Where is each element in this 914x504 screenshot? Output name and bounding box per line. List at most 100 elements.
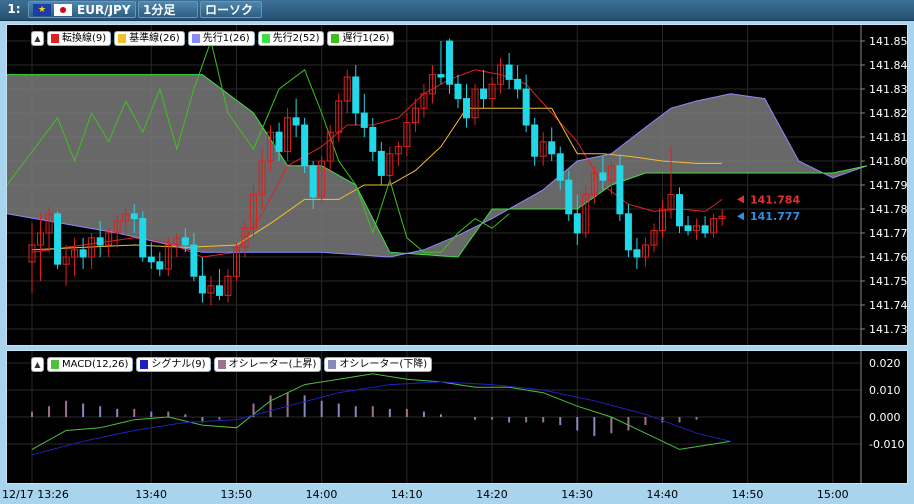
price-tick-label: 141.78: [869, 203, 907, 216]
time-tick-label: 14:30: [561, 488, 593, 501]
macd-legend-item[interactable]: オシレーター(上昇): [213, 357, 322, 372]
price-tick-label: 141.75: [869, 275, 907, 288]
price-tag-label: 141.784: [750, 193, 800, 206]
candle-body: [54, 213, 62, 265]
ichimoku-legend-item[interactable]: 遅行1(26): [327, 31, 395, 46]
candle: [147, 242, 155, 269]
time-tick-label: 14:40: [646, 488, 679, 501]
collapse-legend-button[interactable]: ▲: [31, 31, 44, 46]
candle-body: [454, 83, 462, 100]
price-tick-label: 141.84: [869, 59, 907, 72]
candle-body: [96, 237, 104, 246]
candle: [37, 213, 45, 281]
price-tick-label: 141.82: [869, 107, 907, 120]
macd-legend-item[interactable]: シグナル(9): [136, 357, 211, 372]
candle: [360, 93, 368, 137]
candle-body: [573, 213, 581, 234]
macd-legend: ▲ MACD(12,26) シグナル(9) オシレーター(上昇) オシレーター(下降): [31, 357, 433, 373]
candle: [693, 218, 701, 241]
legend-label: 基準線(26): [129, 33, 180, 44]
candle-body: [190, 244, 198, 277]
legend-swatch: [140, 360, 149, 369]
ichimoku-legend-item[interactable]: 先行2(52): [257, 31, 325, 46]
candle-body: [309, 165, 317, 198]
candle: [624, 204, 632, 257]
candle-body: [79, 249, 87, 258]
time-tick-label: 13:50: [220, 488, 253, 501]
candle: [650, 223, 658, 253]
candle-body: [198, 275, 206, 294]
candle-body: [548, 141, 556, 155]
legend-swatch: [331, 34, 340, 43]
price-tick-label: 141.85: [869, 35, 907, 48]
chart-type-label: ローソク: [205, 3, 254, 17]
candle-body: [480, 88, 488, 100]
price-tick-label: 141.76: [869, 251, 907, 264]
price-tag-arrow: [737, 212, 744, 221]
candle-body: [624, 213, 632, 251]
jp-flag-icon: [54, 4, 72, 16]
macd-legend-item[interactable]: MACD(12,26): [47, 357, 134, 372]
price-tick-label: 141.81: [869, 131, 907, 144]
ichimoku-cloud: [7, 74, 867, 257]
legend-swatch: [51, 360, 59, 369]
candle: [54, 211, 62, 269]
ichimoku-legend-item[interactable]: 転換線(9): [47, 31, 112, 46]
candle-body: [556, 153, 564, 181]
price-chart-panel[interactable]: 141.85 141.84 141.83 141.82 141.81 141.80 141.…: [6, 24, 908, 346]
candle: [71, 237, 79, 277]
price-tick-label: 141.73: [869, 323, 907, 336]
candle: [394, 141, 402, 166]
macd-tick-label: 0.020: [869, 357, 901, 370]
eu-flag-icon: ★: [33, 4, 51, 16]
candle: [641, 237, 649, 267]
price-tick-label: 141.74: [869, 299, 907, 312]
candle-body: [616, 165, 624, 215]
candle: [616, 156, 624, 221]
chart-type-selector[interactable]: ローソク: [200, 1, 262, 18]
candle: [224, 269, 232, 303]
candle: [428, 65, 436, 104]
ichimoku-legend-item[interactable]: 基準線(26): [114, 31, 185, 46]
candle: [710, 213, 718, 238]
collapse-macd-legend-button[interactable]: ▲: [31, 357, 44, 372]
candle-body: [505, 64, 513, 80]
candle: [505, 53, 513, 89]
timeframe-selector[interactable]: 1分足: [138, 1, 198, 18]
time-tick-label: 13:40: [135, 488, 167, 501]
legend-swatch: [261, 34, 270, 43]
candle: [454, 74, 462, 109]
candle: [215, 269, 223, 301]
candle-body: [147, 256, 155, 263]
candle: [139, 211, 147, 262]
price-tick-label: 141.79: [869, 179, 907, 192]
candle: [718, 209, 726, 226]
candle: [488, 77, 496, 109]
candle: [292, 98, 300, 137]
candle: [352, 65, 360, 125]
ichimoku-legend-item[interactable]: 先行1(26): [187, 31, 255, 46]
candle-body: [522, 88, 530, 126]
candle: [343, 69, 351, 113]
macd-legend-item[interactable]: オシレーター(下降): [324, 357, 433, 372]
legend-label: 遅行1(26): [342, 33, 390, 44]
candle: [463, 84, 471, 128]
legend-label: 転換線(9): [62, 33, 107, 44]
symbol-selector[interactable]: ★ EUR/JPY: [28, 1, 136, 18]
chart-toolbar: 1: ★ EUR/JPY 1分足 ローソク: [0, 0, 914, 21]
candle-body: [156, 261, 164, 270]
candle: [45, 206, 53, 253]
candle: [445, 38, 453, 94]
macd-line: [31, 373, 731, 450]
candle: [437, 41, 445, 85]
candle: [480, 69, 488, 109]
candle-body: [139, 218, 147, 258]
price-tag-arrow: [737, 195, 744, 204]
candle-body: [292, 117, 300, 126]
macd-panel[interactable]: 0.020 0.010 0.000 -0.010 ▲ MACD(12,26) シグナル(…: [6, 350, 908, 484]
time-tick-label: 14:10: [390, 488, 423, 501]
candle: [62, 245, 70, 286]
candle-body: [301, 124, 309, 167]
candle-body: [352, 76, 360, 114]
candle: [156, 252, 164, 277]
